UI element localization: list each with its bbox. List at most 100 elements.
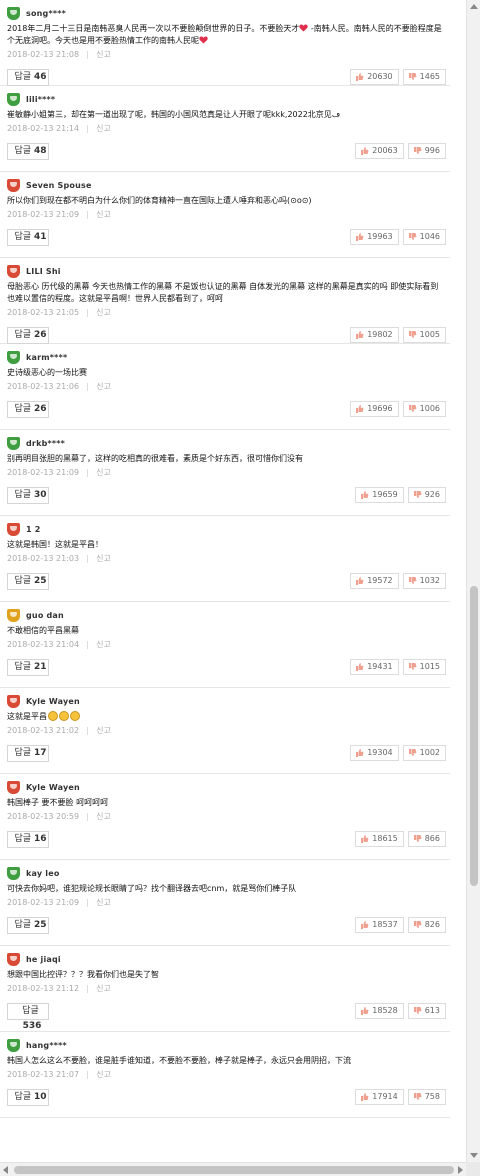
reply-button[interactable]: 답글 26 (7, 401, 49, 418)
thumbs-down-icon (413, 491, 422, 499)
report-link[interactable]: 신고 (96, 49, 111, 61)
like-button[interactable]: 19963 (350, 229, 399, 245)
dislike-button[interactable]: 758 (407, 1089, 446, 1105)
user-nickname[interactable]: hang**** (26, 1041, 67, 1050)
like-button[interactable]: 18615 (355, 831, 404, 847)
like-button[interactable]: 20630 (350, 69, 399, 85)
dislike-button[interactable]: 1465 (402, 69, 446, 85)
like-count: 20063 (372, 146, 398, 155)
user-nickname[interactable]: he jiaqi (26, 955, 61, 964)
dislike-button[interactable]: 1046 (402, 229, 446, 245)
reply-button[interactable]: 답글 21 (7, 659, 49, 676)
dislike-count: 866 (424, 834, 440, 843)
user-nickname[interactable]: Kyle Wayen (26, 697, 80, 706)
report-link[interactable]: 신고 (96, 307, 111, 319)
user-nickname[interactable]: drkb**** (26, 439, 65, 448)
report-link[interactable]: 신고 (96, 467, 111, 479)
thumbs-up-icon (355, 663, 364, 671)
like-button[interactable]: 18537 (355, 917, 404, 933)
scroll-right-arrow-icon[interactable] (458, 1166, 463, 1174)
reply-button[interactable]: 답글 46 (7, 69, 49, 86)
report-link[interactable]: 신고 (96, 553, 111, 565)
comment-header: Seven Spouse (7, 178, 92, 192)
user-nickname[interactable]: lili**** (26, 95, 55, 104)
reply-button[interactable]: 답글 25 (7, 917, 49, 934)
meta-divider (87, 727, 89, 735)
comment-meta: 2018-02-13 21:03 신고 (7, 553, 111, 565)
scroll-up-arrow-icon[interactable] (470, 4, 478, 9)
horizontal-scroll-thumb[interactable] (14, 1166, 454, 1174)
reply-count: 41 (34, 232, 47, 242)
dislike-button[interactable]: 1005 (402, 327, 446, 343)
user-nickname[interactable]: 1 2 (26, 525, 41, 534)
like-button[interactable]: 19802 (350, 327, 399, 343)
dislike-button[interactable]: 1015 (402, 659, 446, 675)
reply-count: 25 (34, 576, 47, 586)
dislike-button[interactable]: 826 (407, 917, 446, 933)
like-button[interactable]: 19431 (350, 659, 399, 675)
comment-text-segment: 这就是韩国！这就是平昌！ (7, 540, 103, 549)
reply-button[interactable]: 답글 41 (7, 229, 49, 246)
report-link[interactable]: 신고 (96, 983, 111, 995)
comment-text-segment: 这就是平昌 (7, 712, 47, 721)
report-link[interactable]: 신고 (96, 381, 111, 393)
dislike-button[interactable]: 613 (407, 1003, 446, 1019)
like-button[interactable]: 19696 (350, 401, 399, 417)
scroll-left-arrow-icon[interactable] (3, 1166, 8, 1174)
like-button[interactable]: 17914 (355, 1089, 404, 1105)
thumbs-up-icon (355, 577, 364, 585)
report-link[interactable]: 신고 (96, 897, 111, 909)
like-button[interactable]: 20063 (355, 143, 404, 159)
report-link[interactable]: 신고 (96, 725, 111, 737)
dislike-button[interactable]: 1002 (402, 745, 446, 761)
reply-button[interactable]: 답글 17 (7, 745, 49, 762)
comment-item: karm**** 史诗级恶心的一场比赛 2018-02-13 21:06 신고 답글 26… (0, 344, 450, 430)
reply-button[interactable]: 답글 26 (7, 327, 49, 344)
report-link[interactable]: 신고 (96, 209, 111, 221)
like-button[interactable]: 19304 (350, 745, 399, 761)
report-link[interactable]: 신고 (96, 1069, 111, 1081)
reply-button[interactable]: 답글 10 (7, 1089, 49, 1106)
like-button[interactable]: 19572 (350, 573, 399, 589)
heart-emoji-icon (199, 36, 208, 44)
user-badge-icon (7, 780, 20, 794)
dislike-button[interactable]: 1006 (402, 401, 446, 417)
user-nickname[interactable]: song**** (26, 9, 66, 18)
thumbs-down-icon (408, 663, 417, 671)
dislike-button[interactable]: 866 (407, 831, 446, 847)
comment-text-segment: 母胎恶心 历代级的黑幕 今天也热情工作的黑幕 不是饭也认证的黑幕 自体发光的黑幕… (7, 282, 439, 303)
dislike-button[interactable]: 1032 (402, 573, 446, 589)
comment-text-segment: 韩国人怎么这么不要脸，谁是脏手谁知道，不要脸不要脸，棒子就是棒子，永远只会用阴招… (7, 1056, 351, 1065)
comment-item: Kyle Wayen 这就是平昌 2018-02-13 21:02 신고 답글 17 193… (0, 688, 450, 774)
vertical-scrollbar[interactable] (466, 0, 480, 1162)
user-nickname[interactable]: Seven Spouse (26, 181, 92, 190)
scroll-down-arrow-icon[interactable] (470, 1153, 478, 1158)
reply-button[interactable]: 답글 536 (7, 1003, 49, 1031)
comment-header: karm**** (7, 350, 67, 364)
user-nickname[interactable]: karm**** (26, 353, 67, 362)
reply-button[interactable]: 답글 30 (7, 487, 49, 504)
comment-meta: 2018-02-13 21:09 신고 (7, 467, 111, 479)
user-nickname[interactable]: guo dan (26, 611, 64, 620)
report-link[interactable]: 신고 (96, 811, 111, 823)
user-nickname[interactable]: Kyle Wayen (26, 783, 80, 792)
user-nickname[interactable]: kay leo (26, 869, 60, 878)
reply-button[interactable]: 답글 25 (7, 573, 49, 590)
thumbs-up-icon (360, 147, 369, 155)
reply-button[interactable]: 답글 16 (7, 831, 49, 848)
reply-button[interactable]: 답글 48 (7, 143, 49, 160)
dislike-button[interactable]: 996 (407, 143, 446, 159)
user-badge-icon (7, 6, 20, 20)
report-link[interactable]: 신고 (96, 123, 111, 135)
like-button[interactable]: 19659 (355, 487, 404, 503)
user-nickname[interactable]: LILI Shi (26, 267, 61, 276)
report-link[interactable]: 신고 (96, 639, 111, 651)
vertical-scroll-thumb[interactable] (470, 586, 478, 886)
horizontal-scrollbar[interactable] (0, 1162, 466, 1176)
like-button[interactable]: 18528 (355, 1003, 404, 1019)
like-count: 19963 (367, 232, 393, 241)
reply-count: 17 (34, 748, 47, 758)
comment-header: guo dan (7, 608, 64, 622)
comment-text-segment: 韩国棒子 要不要脸 呵呵呵呵 (7, 798, 109, 807)
dislike-button[interactable]: 926 (407, 487, 446, 503)
